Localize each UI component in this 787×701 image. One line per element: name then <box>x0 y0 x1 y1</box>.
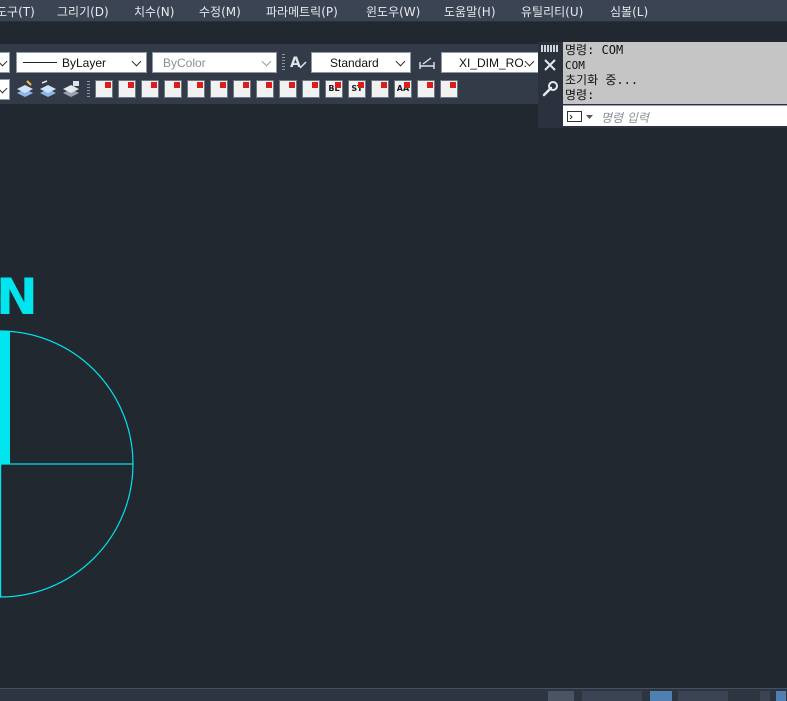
dimension-tool-button[interactable] <box>371 80 389 98</box>
wrench-icon[interactable] <box>541 80 559 98</box>
linetype-value: ByLayer <box>62 56 107 70</box>
red-marker-icon <box>243 82 249 88</box>
menu-draw[interactable]: 그리기(D) <box>57 3 109 20</box>
dimension-tool-button[interactable] <box>440 80 458 98</box>
command-window: 명령: COM COM 초기화 중... 명령: 명령 입력 <box>538 42 787 128</box>
dimension-tool-button[interactable] <box>210 80 228 98</box>
command-history: 명령: COM COM 초기화 중... 명령: <box>563 42 787 104</box>
svg-text:A: A <box>290 55 301 71</box>
command-line: 초기화 중... <box>565 73 639 87</box>
command-line: COM <box>565 59 585 72</box>
dimension-tool-button[interactable] <box>233 80 251 98</box>
linetype-dropdown[interactable]: ByLayer <box>16 52 147 73</box>
menu-bar: 도구(T) 그리기(D) 치수(N) 수정(M) 파라메트릭(P) 윈도우(W)… <box>0 0 787 22</box>
red-marker-icon <box>266 82 272 88</box>
red-marker-icon <box>381 82 387 88</box>
close-icon[interactable] <box>543 58 557 72</box>
red-marker-icon <box>335 82 341 88</box>
red-marker-icon <box>404 82 410 88</box>
red-marker-icon <box>197 82 203 88</box>
menu-dimension[interactable]: 치수(N) <box>134 3 174 20</box>
dim-style-icon[interactable] <box>417 52 437 72</box>
command-input-placeholder: 명령 입력 <box>601 111 649 125</box>
status-bar <box>0 688 787 701</box>
dimension-tool-button[interactable] <box>256 80 274 98</box>
command-line: 명령: COM <box>565 43 624 57</box>
red-marker-icon <box>174 82 180 88</box>
red-marker-icon <box>289 82 295 88</box>
north-arrow-bar <box>0 331 10 464</box>
dimension-tool-button[interactable] <box>164 80 182 98</box>
grip-icon[interactable] <box>541 45 559 52</box>
menu-help[interactable]: 도움말(H) <box>444 3 496 20</box>
dimension-tool-button[interactable] <box>302 80 320 98</box>
text-style-value: Standard <box>330 56 379 70</box>
red-marker-icon <box>151 82 157 88</box>
command-prompt-icon[interactable] <box>567 111 595 123</box>
layer-dropdown[interactable] <box>0 52 10 73</box>
menu-utility[interactable]: 유틸리티(U) <box>521 3 583 20</box>
toolbar-grip[interactable] <box>87 81 90 99</box>
dimension-tool-button[interactable]: BL <box>325 80 343 98</box>
red-marker-icon <box>128 82 134 88</box>
red-marker-icon <box>105 82 111 88</box>
layer-previous-icon[interactable] <box>38 79 58 99</box>
dimension-tool-button[interactable] <box>417 80 435 98</box>
dim-style-value: XI_DIM_RO. <box>459 56 528 70</box>
dimension-tool-button[interactable] <box>279 80 297 98</box>
menu-window[interactable]: 윈도우(W) <box>366 3 420 20</box>
menu-modify[interactable]: 수정(M) <box>199 3 241 20</box>
layer-match-icon[interactable] <box>15 79 35 99</box>
layer-isolate-icon[interactable] <box>61 79 81 99</box>
dim-style-dropdown[interactable]: XI_DIM_RO. <box>441 52 540 73</box>
red-marker-icon <box>450 82 456 88</box>
menu-tools[interactable]: 도구(T) <box>0 3 35 20</box>
red-marker-icon <box>427 82 433 88</box>
text-style-icon[interactable]: A <box>288 52 308 72</box>
command-input[interactable]: 명령 입력 <box>563 105 787 126</box>
line-sample-icon <box>23 62 57 63</box>
color-dropdown[interactable]: ByColor <box>152 52 277 73</box>
dimension-tool-button[interactable] <box>141 80 159 98</box>
dimension-tool-button[interactable] <box>95 80 113 98</box>
menu-symbol[interactable]: 심볼(L) <box>610 3 648 20</box>
north-label: N <box>0 268 38 326</box>
command-line: 명령: <box>565 88 595 102</box>
chevron-down-icon <box>395 56 406 67</box>
text-style-dropdown[interactable]: Standard <box>311 52 411 73</box>
color-value: ByColor <box>163 56 206 70</box>
red-marker-icon <box>220 82 226 88</box>
chevron-down-icon <box>261 56 272 67</box>
layer-state-dropdown[interactable] <box>0 79 10 100</box>
drawing-canvas[interactable]: N <box>0 128 787 688</box>
red-marker-icon <box>312 82 318 88</box>
chevron-down-icon <box>131 56 142 67</box>
toolbar-grip[interactable] <box>282 54 285 72</box>
red-marker-icon <box>358 82 364 88</box>
menu-parametric[interactable]: 파라메트릭(P) <box>266 3 338 20</box>
dimension-tool-button[interactable] <box>118 80 136 98</box>
dimension-tool-button[interactable]: AA <box>394 80 412 98</box>
toolbar-area: ByLayer ByColor A Standard XI_DIM_RO. BL… <box>0 44 540 104</box>
north-symbol: N <box>0 268 134 598</box>
dimension-tool-button[interactable] <box>187 80 205 98</box>
dimension-tool-button[interactable]: ST <box>348 80 366 98</box>
